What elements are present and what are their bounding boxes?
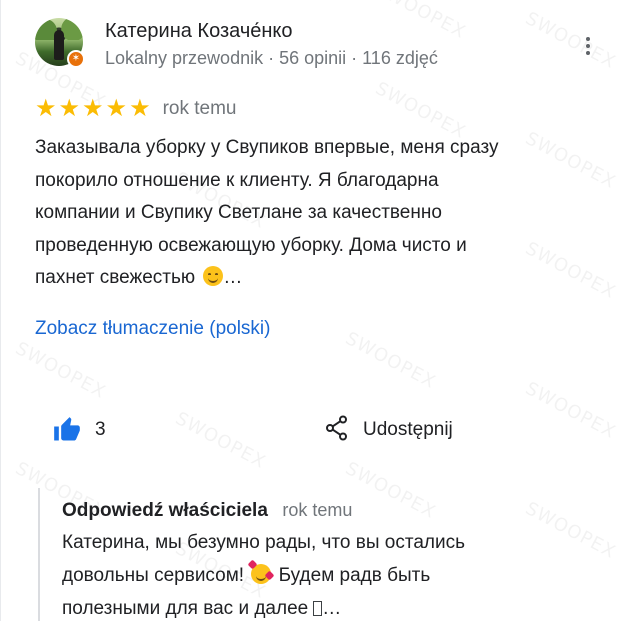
- share-label: Udostępnij: [363, 419, 453, 440]
- share-icon: [325, 415, 349, 446]
- like-count: 3: [95, 419, 106, 440]
- review-card: SWOOPEX SWOOPEX SWOOPEX SWOOPEX SWOOPEX …: [0, 0, 620, 621]
- owner-reply-line-3: полезными для вас и далее …: [62, 592, 598, 621]
- owner-reply-title: Odpowiedź właściciela: [62, 500, 268, 521]
- smiling-face-emoji-icon: [203, 266, 224, 286]
- review-time: rok temu: [162, 98, 237, 119]
- review-line-last: пахнет свежестью …: [35, 262, 595, 295]
- review-header: ✶ Катерина Козаче́нко Lokalny przewodnik…: [35, 18, 600, 74]
- more-options-icon[interactable]: [576, 32, 600, 60]
- owner-reply-line: полезными для вас и далее: [62, 598, 309, 619]
- rating-row: ★ ★ ★ ★ ★ rok temu: [35, 96, 237, 122]
- smiling-face-with-hearts-emoji-icon: [247, 559, 275, 584]
- review-line: Заказывала уборку у Свупиков впервые, ме…: [35, 137, 499, 158]
- owner-reply-line: довольны сервисом!: [62, 565, 245, 586]
- author-name[interactable]: Катерина Козаче́нко: [105, 20, 293, 43]
- local-guide-badge-icon: ✶: [67, 50, 85, 68]
- review-text[interactable]: Заказывала уборку у Свупиков впервые, ме…: [35, 132, 595, 295]
- owner-reply-line: Будем радв быть: [278, 565, 431, 586]
- author-meta: Lokalny przewodnik · 56 opinii · 116 zdj…: [105, 48, 438, 68]
- review-line: покорило отношение к клиенту. Я благодар…: [35, 169, 439, 191]
- like-button[interactable]: 3: [53, 414, 106, 446]
- thumbs-up-icon: [53, 416, 81, 444]
- owner-reply-ellipsis: …: [322, 598, 342, 619]
- star-icon: ★: [82, 95, 104, 122]
- review-line: проведенную освежающую уборку. Дома чист…: [35, 234, 467, 256]
- watermark-text: SWOOPEX: [341, 327, 440, 394]
- owner-reply-header: Odpowiedź właściciela rok temu: [62, 496, 598, 524]
- star-rating: ★ ★ ★ ★ ★: [35, 97, 151, 121]
- review-ellipsis: …: [223, 267, 243, 288]
- avatar-figure: [54, 30, 64, 60]
- star-icon: ★: [58, 95, 81, 122]
- owner-reply-line-2: довольны сервисом! Будем радв быть: [62, 559, 598, 592]
- owner-reply-time: rok temu: [282, 500, 353, 520]
- share-button[interactable]: Udostępnij: [325, 414, 453, 446]
- owner-reply: Odpowiedź właściciela rok temu Катерина,…: [38, 488, 598, 621]
- review-line: пахнет свежестью: [35, 267, 196, 288]
- translate-link[interactable]: Zobacz tłumaczenie (polski): [35, 318, 270, 340]
- star-icon: ★: [35, 95, 57, 122]
- review-actions: 3 Udostępnij: [53, 414, 573, 446]
- watermark-text: SWOOPEX: [11, 337, 110, 404]
- owner-reply-text[interactable]: Катерина, мы безумно рады, что вы остали…: [62, 526, 598, 621]
- missing-glyph-icon: [313, 601, 323, 616]
- owner-reply-line: Катерина, мы безумно рады, что вы остали…: [62, 532, 465, 553]
- star-icon: ★: [105, 95, 128, 122]
- review-line: компании и Свупику Светлане за качествен…: [35, 202, 442, 223]
- star-icon: ★: [129, 95, 151, 122]
